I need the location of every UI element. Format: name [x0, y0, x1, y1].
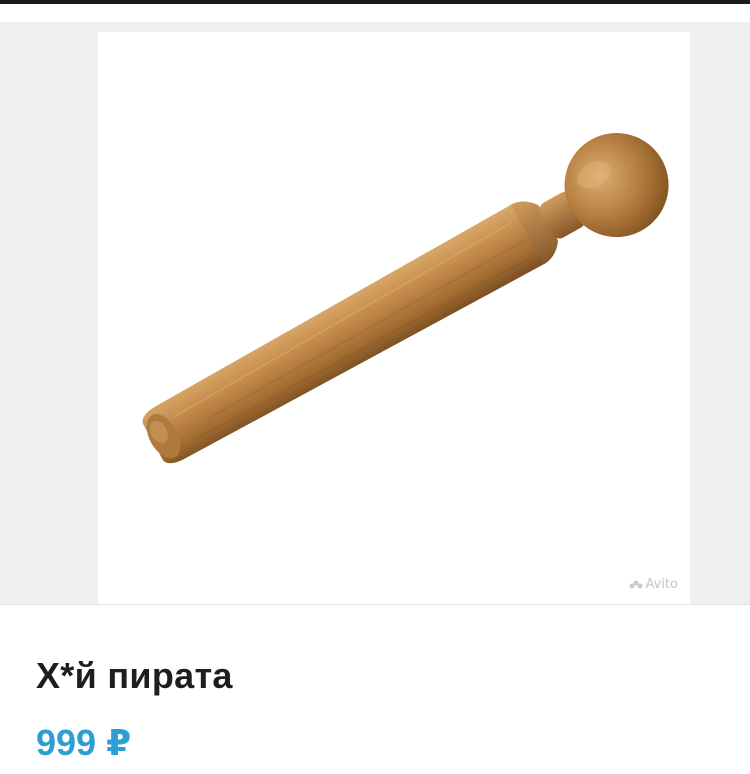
image-gallery[interactable]: Avito: [0, 22, 750, 604]
avito-watermark: Avito: [629, 577, 679, 592]
listing-page: Avito Х*й пирата 999 ₽: [0, 0, 750, 774]
wooden-peg-icon: [142, 133, 669, 464]
top-spacer: [0, 4, 750, 22]
content-divider: [0, 604, 750, 605]
listing-price: 999 ₽: [36, 722, 132, 763]
listing-photo[interactable]: Avito: [98, 32, 690, 604]
listing-title: Х*й пирата: [36, 655, 233, 696]
avito-logo-icon: [629, 580, 643, 590]
watermark-text: Avito: [645, 577, 679, 592]
